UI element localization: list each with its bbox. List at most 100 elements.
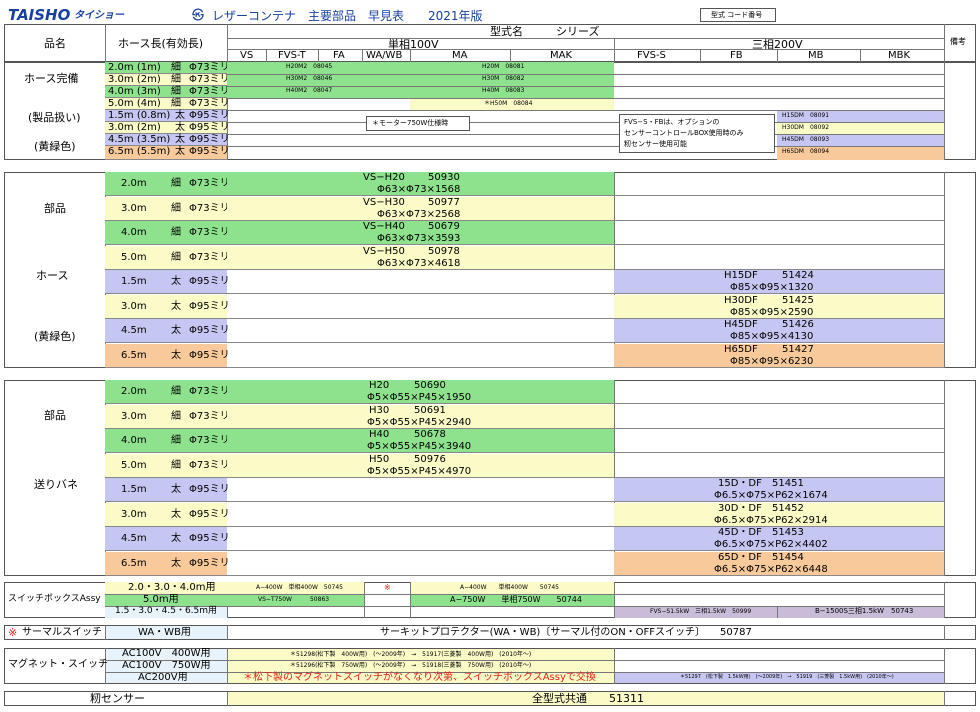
sec2-left-model-3: VS−H50 xyxy=(363,245,405,257)
sec3-right-cell-3: 65D・DF 51454 Φ6.5×Φ75×P62×6448 xyxy=(614,551,944,576)
swbox-r2-b: A−750W 単相750W 50744 xyxy=(450,595,582,604)
sec3-dia-0: Φ73ミリ xyxy=(189,386,230,397)
sec1-size-0: 細 xyxy=(171,62,181,73)
sec1-len-0: 2.0m (1m) xyxy=(108,62,161,73)
header-model-series: 型式名 シリーズ xyxy=(490,25,600,38)
sec2-right-dim-0: Φ85×Φ95×1320 xyxy=(730,282,814,293)
sec2-right-empty-0 xyxy=(614,172,944,196)
sec1-row-6: 4.5m (3.5m) 太 Φ95ミリ xyxy=(105,134,230,146)
header-biko: 備考 xyxy=(950,37,966,46)
sec3-len-6: 4.5m xyxy=(121,533,147,544)
sec2-right-model-3: H65DF xyxy=(724,343,758,355)
sec2-len-6: 4.5m xyxy=(121,325,147,336)
sec1-len-2: 4.0m (3m) xyxy=(108,86,161,97)
swbox-r3-label: 1.5・3.0・4.5・6.5m用 xyxy=(115,606,218,616)
sec3-right-dim-3: Φ6.5×Φ75×P62×6448 xyxy=(714,563,828,575)
sec2-row-0: 2.0m 細 Φ73ミリ xyxy=(105,172,230,196)
sec3-size-3: 細 xyxy=(171,459,181,471)
header-three-200v: 三相200V xyxy=(752,38,803,51)
sec3-size-7: 太 xyxy=(171,557,181,569)
code-h40m2: H40M2 08047 xyxy=(286,87,333,94)
code-h65dm: H65DM 08094 xyxy=(782,148,830,155)
sec3-row-4: 1.5m 太 Φ95ミリ xyxy=(105,478,230,502)
col-ma: MA xyxy=(452,50,468,61)
sec2-right-cell-3: H65DF 51427 Φ85×Φ95×6230 xyxy=(614,343,944,368)
swbox-name: スイッチボックスAssy xyxy=(8,594,101,604)
sec2-left-code-3: 50978 xyxy=(428,245,460,257)
sec3-sub: 送りバネ xyxy=(34,478,78,491)
sec3-right-dim-2: Φ6.5×Φ75×P62×4402 xyxy=(714,539,828,550)
sec3-len-7: 6.5m xyxy=(121,557,147,569)
sec3-left-code-0: 50690 xyxy=(414,380,446,391)
sec3-left-dim-1: Φ5×Φ55×P45×2940 xyxy=(367,416,472,428)
sec3-left-dim-2: Φ5×Φ55×P45×3940 xyxy=(367,441,472,452)
sec3-left-code-3: 50976 xyxy=(414,453,446,465)
sec3-left-model-0: H20 xyxy=(369,380,390,391)
sec1-dia-1: Φ73ミリ xyxy=(189,74,230,85)
col-fa: FA xyxy=(333,50,345,61)
sec1-len-5: 3.0m (2m) xyxy=(108,122,161,133)
sec3-left-model-1: H30 xyxy=(369,404,390,416)
sec3-right-model-0: 15D・DF xyxy=(718,478,762,489)
sec3-right-cell-0: 15D・DF 51451 Φ6.5×Φ75×P62×1674 xyxy=(614,478,944,502)
sec3-right-empty-1 xyxy=(614,405,944,429)
header-hinmei: 品名 xyxy=(44,37,66,50)
col-fvs-s: FVS-S xyxy=(637,50,666,61)
col-fb: FB xyxy=(730,50,743,61)
sec2-len-2: 4.0m xyxy=(121,227,147,238)
sec3-row-3: 5.0m 細 Φ73ミリ xyxy=(105,453,230,478)
sec3-left-cell-1: H30 50691 Φ5×Φ55×P45×2940 xyxy=(227,404,614,429)
sec1-sub1: (製品扱い) xyxy=(28,111,81,124)
sec2-sub1: ホース xyxy=(36,269,69,282)
sec2-dia-6: Φ95ミリ xyxy=(189,325,230,336)
swbox-r3-a: FVS−S1.5kW 三相1.5kW 50999 xyxy=(650,608,752,615)
sec3-dia-6: Φ95ミリ xyxy=(189,533,230,544)
col-mbk: MBK xyxy=(888,50,911,61)
sec2-left-model-1: VS−H30 xyxy=(363,196,405,208)
sec2-dia-4: Φ95ミリ xyxy=(189,276,230,287)
sec1-size-7: 太 xyxy=(175,146,185,157)
sec1-dia-5: Φ95ミリ xyxy=(189,122,230,133)
sec2-row-4: 1.5m 太 Φ95ミリ xyxy=(105,270,230,294)
magnet-r3-label: AC200V用 xyxy=(138,672,188,683)
sec3-left-empty-6 xyxy=(227,527,614,551)
sec1-grid-line xyxy=(227,146,944,147)
sec2-left-model-2: VS−H40 xyxy=(363,221,405,232)
sec2-right-code-0: 51424 xyxy=(782,270,814,281)
sec1-size-1: 細 xyxy=(171,74,181,85)
sec2-len-7: 6.5m xyxy=(121,349,147,361)
sec3-len-2: 4.0m xyxy=(121,435,147,446)
sec3-row-6: 4.5m 太 Φ95ミリ xyxy=(105,527,230,551)
sec2-right-dim-1: Φ85×Φ95×2590 xyxy=(730,306,814,318)
sec1-dia-6: Φ95ミリ xyxy=(189,134,230,145)
sec2-left-empty-5 xyxy=(227,295,614,319)
magnet-r3-right: ＊51297 (松下製 1.5kW用) (〜2009年) → 51919 (三菱… xyxy=(680,674,894,680)
sec2-size-5: 太 xyxy=(171,300,181,312)
sec2-left-model-0: VS−H20 xyxy=(363,172,405,183)
sec2-row-7: 6.5m 太 Φ95ミリ xyxy=(105,343,230,368)
sec2-row-1: 3.0m 細 Φ73ミリ xyxy=(105,196,230,221)
sec3-size-2: 細 xyxy=(171,435,181,446)
sec3-left-model-3: H50 xyxy=(369,453,390,465)
sec2-right-empty-3 xyxy=(614,246,944,270)
sec3-left-empty-7 xyxy=(227,552,614,576)
sec1-grid-line xyxy=(227,110,944,111)
page-title: レザーコンテナ 主要部品 早見表 2021年版 xyxy=(212,9,483,23)
sec2-left-cell-0: VS−H20 50930 Φ63×Φ73×1568 xyxy=(227,172,614,196)
sec3-size-4: 太 xyxy=(171,484,181,495)
sec2-left-cell-3: VS−H50 50978 Φ63×Φ73×4618 xyxy=(227,245,614,270)
code-h30m: H30M 08082 xyxy=(482,75,525,82)
sec3-right-model-3: 65D・DF xyxy=(718,551,762,563)
col-mak: MAK xyxy=(550,50,573,61)
col-mb: MB xyxy=(808,50,824,61)
sec3-size-5: 太 xyxy=(171,508,181,520)
sec1-size-4: 太 xyxy=(175,110,185,121)
swbox-r1-b: A−400W 単相400W 50745 xyxy=(460,584,559,591)
sec1-row-7: 6.5m (5.5m) 太 Φ95ミリ xyxy=(105,146,230,160)
sec3-right-empty-0 xyxy=(614,380,944,404)
sec1-size-6: 太 xyxy=(175,134,185,145)
swbox-r2-a: VS−T750W 50863 xyxy=(258,596,330,603)
sec3-left-cell-3: H50 50976 Φ5×Φ55×P45×4970 xyxy=(227,453,614,478)
sec2-right-empty-2 xyxy=(614,221,944,245)
sec1-row-2: 4.0m (3m) 細 Φ73ミリ xyxy=(105,86,230,98)
